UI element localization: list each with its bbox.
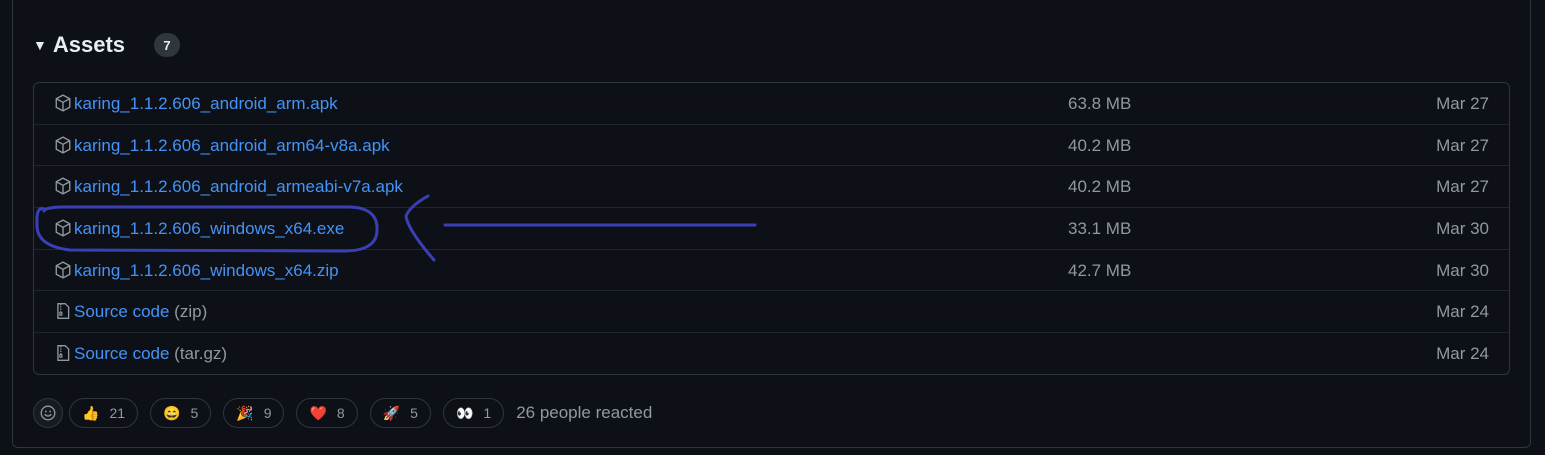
reaction-hooray-button[interactable]: 🎉 9	[223, 398, 285, 428]
reaction-count: 9	[263, 405, 272, 421]
reaction-count: 5	[190, 405, 199, 421]
asset-row: karing_1.1.2.606_windows_x64.exe 33.1 MB M…	[34, 208, 1509, 250]
asset-date: Mar 27	[1436, 135, 1489, 155]
asset-date: Mar 27	[1436, 94, 1489, 113]
asset-row: karing_1.1.2.606_android_arm64-v8a.apk 40…	[34, 125, 1509, 167]
reaction-count: 5	[410, 405, 418, 421]
asset-date: Mar 24	[1436, 302, 1489, 322]
reaction-count: 21	[109, 405, 126, 421]
hooray-icon: 🎉	[236, 404, 254, 421]
reaction-rocket-button[interactable]: 🚀 5	[369, 398, 431, 428]
reaction-count: 1	[483, 405, 492, 421]
smiley-icon	[40, 405, 56, 421]
asset-row: Source code (tar.gz) Mar 24	[34, 333, 1509, 374]
asset-link[interactable]: karing_1.1.2.606_android_armeabi-v7a.apk	[74, 166, 403, 207]
asset-row: Source code (zip) Mar 24	[34, 291, 1509, 334]
reaction-heart-button[interactable]: ❤️ 8	[296, 398, 358, 428]
asset-link[interactable]: karing_1.1.2.606_android_arm64-v8a.apk	[74, 125, 390, 166]
asset-size: 42.7 MB	[1068, 260, 1132, 280]
asset-size: 33.1 MB	[1068, 219, 1132, 239]
laugh-icon: 😄	[163, 404, 181, 421]
reaction-thumbs-up-button[interactable]: 👍 21	[69, 398, 139, 428]
reaction-count: 8	[336, 405, 345, 421]
asset-link[interactable]: karing_1.1.2.606_windows_x64.zip	[74, 250, 339, 291]
asset-row: karing_1.1.2.606_android_armeabi-v7a.apk…	[34, 166, 1509, 209]
reaction-laugh-button[interactable]: 😄 5	[150, 398, 212, 428]
asset-link[interactable]: karing_1.1.2.606_windows_x64.exe	[74, 208, 344, 249]
asset-row: karing_1.1.2.606_windows_x64.zip 42.7 MB M…	[34, 250, 1509, 292]
asset-size: 40.2 MB	[1068, 135, 1132, 155]
assets-title: Assets	[52, 32, 126, 57]
asset-link[interactable]: Source code (tar.gz)	[74, 333, 227, 374]
reactions-summary[interactable]: 26 people reacted	[516, 403, 652, 423]
asset-date: Mar 30	[1436, 219, 1489, 239]
assets-header[interactable]: ▼ Assets 7	[33, 30, 181, 60]
thumbs-up-icon: 👍	[82, 404, 100, 421]
asset-date: Mar 30	[1436, 260, 1489, 280]
reaction-eyes-button[interactable]: 👀 1	[442, 398, 505, 428]
package-icon	[54, 177, 74, 197]
assets-count-badge: 7	[154, 33, 181, 57]
heart-icon: ❤️	[309, 404, 327, 421]
asset-link[interactable]: Source code (zip)	[74, 291, 207, 332]
asset-size: 63.8 MB	[1068, 94, 1132, 113]
caret-down-icon[interactable]: ▼	[33, 37, 47, 53]
package-icon	[54, 94, 74, 114]
asset-date: Mar 24	[1436, 344, 1489, 364]
package-icon	[54, 219, 74, 239]
eyes-icon: 👀	[455, 404, 474, 421]
assets-list: karing_1.1.2.606_android_arm.apk 63.8 MB M…	[33, 82, 1510, 375]
asset-size: 40.2 MB	[1068, 177, 1132, 197]
package-icon	[54, 261, 74, 281]
file-zip-icon	[54, 344, 74, 364]
rocket-icon: 🚀	[382, 404, 401, 421]
file-zip-icon	[54, 302, 74, 322]
add-reaction-button[interactable]	[33, 398, 63, 428]
asset-date: Mar 27	[1436, 177, 1489, 197]
reactions-bar: 👍 21 😄 5 🎉 9 ❤️ 8 🚀 5 👀 1 26 people reacted	[33, 396, 652, 430]
asset-link[interactable]: karing_1.1.2.606_android_arm.apk	[74, 83, 338, 124]
asset-row: karing_1.1.2.606_android_arm.apk 63.8 MB M…	[34, 83, 1509, 125]
package-icon	[54, 136, 74, 156]
